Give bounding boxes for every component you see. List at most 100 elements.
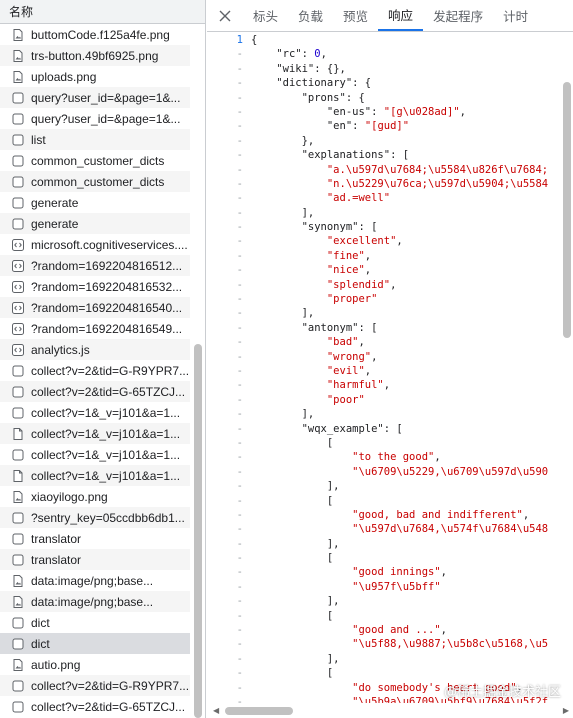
- request-row[interactable]: translator: [0, 528, 190, 549]
- request-name: collect?v=2&tid=G-65TZCJ...: [31, 699, 186, 714]
- code-line: [: [251, 667, 334, 680]
- request-row[interactable]: common_customer_dicts: [0, 150, 190, 171]
- request-row[interactable]: ?random=1692204816549...: [0, 318, 190, 339]
- response-horizontal-scroll-thumb[interactable]: [225, 707, 293, 715]
- fetch-request-icon: [11, 385, 25, 399]
- script-file-icon: [11, 259, 25, 273]
- code-line: "synonym": [: [301, 221, 378, 234]
- request-row[interactable]: ?sentry_key=05ccdbb6db1...: [0, 507, 190, 528]
- name-column-header[interactable]: 名称: [0, 0, 205, 24]
- line-number: -: [236, 451, 243, 464]
- request-name: dict: [31, 636, 50, 651]
- request-row[interactable]: ?random=1692204816540...: [0, 297, 190, 318]
- code-line: "\u597d\u7684,\u574f\u7684\u548: [352, 523, 549, 536]
- request-row[interactable]: collect?v=2&tid=G-65TZCJ...: [0, 381, 190, 402]
- script-file-icon: [11, 301, 25, 315]
- request-name: collect?v=1&_v=j101&a=1...: [31, 405, 181, 420]
- request-row[interactable]: uploads.png: [0, 66, 190, 87]
- request-row[interactable]: analytics.js: [0, 339, 190, 360]
- line-number: -: [236, 91, 243, 104]
- request-row[interactable]: collect?v=1&_v=j101&a=1...: [0, 444, 190, 465]
- tabs-holder: 标头 负载 预览 响应 发起程序 计时: [243, 0, 538, 31]
- request-row[interactable]: autio.png: [0, 654, 190, 675]
- tab-5[interactable]: 计时: [493, 0, 538, 31]
- request-row[interactable]: data:image/png;base...: [0, 570, 190, 591]
- response-code-viewer[interactable]: 1---------------------------------------…: [207, 33, 573, 703]
- watermark: @稀土掘金技术社区: [443, 685, 561, 700]
- request-row[interactable]: xiaoyilogo.png: [0, 486, 190, 507]
- request-row[interactable]: ?random=1692204816512...: [0, 255, 190, 276]
- request-name: uploads.png: [31, 69, 97, 84]
- line-number: -: [236, 206, 243, 219]
- request-row[interactable]: data:image/png;base...: [0, 591, 190, 612]
- request-row[interactable]: list: [0, 129, 190, 150]
- line-number: -: [236, 695, 243, 703]
- line-number: -: [236, 62, 243, 75]
- request-row[interactable]: collect?v=2&tid=G-65TZCJ...: [0, 696, 190, 717]
- tab-2[interactable]: 预览: [333, 0, 378, 31]
- code-line: ],: [251, 537, 340, 550]
- scroll-right-arrow-icon[interactable]: ▶: [563, 706, 569, 715]
- image-file-icon: [11, 658, 25, 672]
- code-line: "evil",: [326, 364, 372, 377]
- tab-1[interactable]: 负载: [288, 0, 333, 31]
- document-file-icon: [11, 469, 25, 483]
- request-row[interactable]: dict: [0, 633, 190, 654]
- line-number: -: [236, 235, 243, 248]
- request-row[interactable]: query?user_id=&page=1&...: [0, 108, 190, 129]
- request-row[interactable]: collect?v=2&tid=G-R9YPR7...: [0, 675, 190, 696]
- fetch-request-icon: [11, 196, 25, 210]
- tab-0[interactable]: 标头: [243, 0, 288, 31]
- script-file-icon: [11, 280, 25, 294]
- code-line: {: [251, 34, 258, 46]
- request-detail-panel: 标头 负载 预览 响应 发起程序 计时 1------------------------…: [207, 0, 573, 718]
- request-row[interactable]: buttomCode.f125a4fe.png: [0, 24, 190, 45]
- scroll-left-arrow-icon[interactable]: ◀: [213, 706, 219, 715]
- request-row[interactable]: collect?v=1&_v=j101&a=1...: [0, 423, 190, 444]
- request-row[interactable]: collect?v=1&_v=j101&a=1...: [0, 465, 190, 486]
- close-icon: [219, 10, 231, 21]
- request-name: ?random=1692204816532...: [31, 279, 183, 294]
- code-line: "ad.=well": [326, 192, 391, 205]
- request-row[interactable]: generate: [0, 213, 190, 234]
- request-row[interactable]: generate: [0, 192, 190, 213]
- request-row[interactable]: trs-button.49bf6925.png: [0, 45, 190, 66]
- image-file-icon: [11, 28, 25, 42]
- request-row[interactable]: microsoft.cognitiveservices....: [0, 234, 190, 255]
- tab-3[interactable]: 响应: [378, 0, 424, 31]
- tab-4[interactable]: 发起程序: [423, 0, 493, 31]
- request-row[interactable]: ?random=1692204816532...: [0, 276, 190, 297]
- image-file-icon: [11, 595, 25, 609]
- request-row[interactable]: translator: [0, 549, 190, 570]
- line-number: -: [236, 552, 243, 565]
- request-row[interactable]: query?user_id=&page=1&...: [0, 87, 190, 108]
- request-name: generate: [31, 216, 79, 231]
- request-list: buttomCode.f125a4fe.png trs-button.49bf69…: [0, 24, 190, 717]
- code-line: ],: [251, 595, 340, 608]
- code-line: "en-us": "[g\u028ad]",: [326, 105, 466, 118]
- request-name: ?random=1692204816540...: [31, 300, 183, 315]
- code-line: "poor": [326, 393, 365, 406]
- request-list-scrollbar[interactable]: [191, 24, 205, 718]
- response-body[interactable]: { "rc": 0, "wiki": {}, "dictionary": { "…: [251, 33, 561, 703]
- request-name: query?user_id=&page=1&...: [31, 90, 181, 105]
- request-list-scroll-thumb[interactable]: [194, 344, 202, 718]
- request-row[interactable]: common_customer_dicts: [0, 171, 190, 192]
- request-name: generate: [31, 195, 79, 210]
- line-number: -: [236, 120, 243, 133]
- request-name: buttomCode.f125a4fe.png: [31, 27, 170, 42]
- response-horizontal-scrollbar[interactable]: ◀ ▶: [207, 703, 573, 718]
- request-row[interactable]: collect?v=2&tid=G-R9YPR7...: [0, 360, 190, 381]
- line-number: -: [236, 537, 243, 550]
- code-line: "\u6709\u5229,\u6709\u597d\u590: [352, 465, 549, 478]
- request-name: microsoft.cognitiveservices....: [31, 237, 188, 252]
- response-vertical-scroll-thumb[interactable]: [563, 82, 571, 338]
- detail-tab-bar: 标头 负载 预览 响应 发起程序 计时: [207, 0, 573, 32]
- request-row[interactable]: collect?v=1&_v=j101&a=1...: [0, 402, 190, 423]
- code-line: "wrong",: [326, 350, 378, 363]
- close-detail-button[interactable]: [207, 0, 243, 31]
- request-row[interactable]: dict: [0, 612, 190, 633]
- fetch-request-icon: [11, 679, 25, 693]
- response-vertical-scrollbar[interactable]: [561, 66, 573, 703]
- code-line: "dictionary": {: [276, 77, 372, 90]
